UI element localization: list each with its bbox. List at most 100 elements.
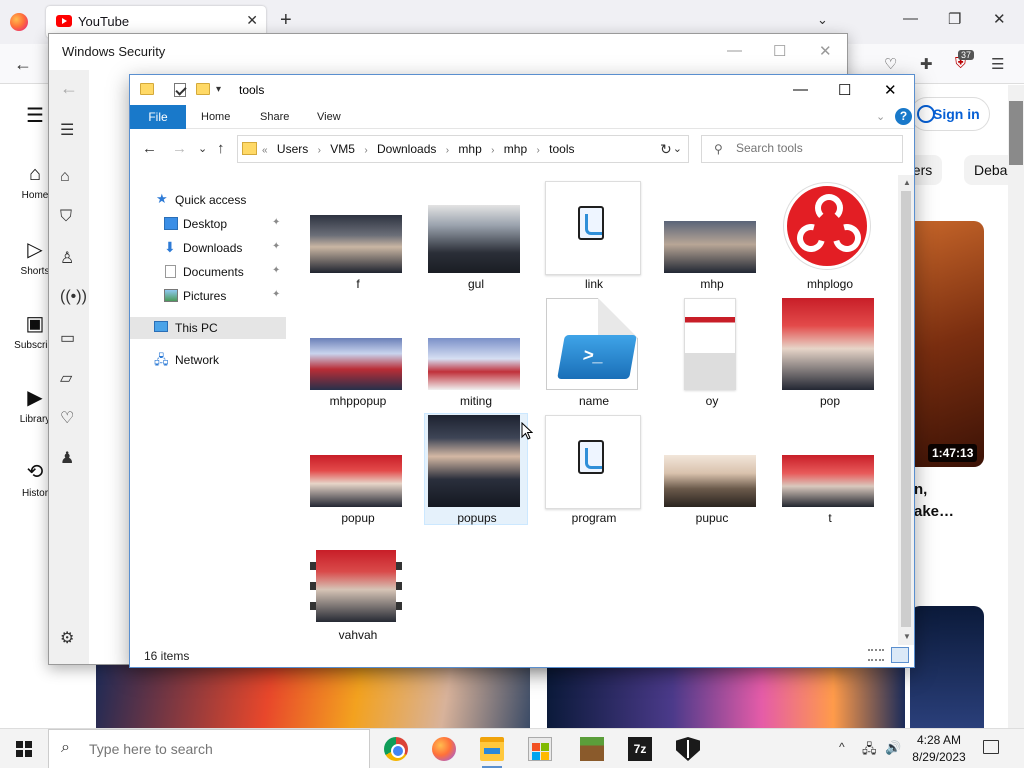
list-all-tabs-button[interactable]: ⌄ xyxy=(817,12,828,28)
scroll-up-arrow-icon[interactable]: ▲ xyxy=(903,178,911,187)
taskbar-chrome[interactable] xyxy=(372,729,420,768)
help-icon[interactable]: ? xyxy=(895,108,912,125)
file-item-link[interactable]: link xyxy=(542,179,646,291)
nav-this-pc[interactable]: This PC xyxy=(130,317,286,339)
tab-share[interactable]: Share xyxy=(260,111,289,123)
show-hidden-icons-button[interactable]: ^ xyxy=(839,740,845,754)
file-item-vahvah[interactable]: vahvah xyxy=(306,530,410,642)
file-item-popups[interactable]: popups xyxy=(424,413,528,525)
scroll-down-arrow-icon[interactable]: ▼ xyxy=(903,632,911,641)
browser-back-button[interactable]: ← xyxy=(14,54,32,75)
address-dropdown-icon[interactable]: ⌄ xyxy=(673,142,682,155)
clock-date[interactable]: 8/29/2023 xyxy=(905,750,973,764)
tab-close-button[interactable]: ✕ xyxy=(246,12,258,29)
video-title[interactable]: ake… xyxy=(914,503,954,520)
taskbar-file-explorer[interactable] xyxy=(468,729,516,768)
forward-button[interactable]: → xyxy=(172,140,187,157)
new-tab-button[interactable]: + xyxy=(280,10,292,30)
page-scrollbar[interactable] xyxy=(1008,85,1024,728)
scrollbar-thumb[interactable] xyxy=(901,191,911,627)
video-thumbnail[interactable] xyxy=(96,663,530,728)
nav-documents[interactable]: Documents ✦ xyxy=(130,261,286,283)
breadcrumb-item[interactable]: VM5 xyxy=(330,142,355,156)
file-item-program[interactable]: program xyxy=(542,413,646,525)
taskbar-firefox[interactable] xyxy=(420,729,468,768)
app-browser-icon[interactable]: ▭ xyxy=(60,328,75,348)
taskbar-search-box[interactable]: ⌕ xyxy=(48,729,370,768)
nav-quick-access[interactable]: ★ Quick access xyxy=(130,189,286,211)
network-icon[interactable]: ((•)) xyxy=(60,288,87,306)
firefox-logo-icon[interactable] xyxy=(10,13,28,31)
ws-close-button[interactable]: ✕ xyxy=(819,42,832,60)
explorer-minimize-button[interactable]: — xyxy=(793,81,808,98)
file-item-mhplogo[interactable]: mhplogo xyxy=(778,179,882,291)
browser-restore-button[interactable]: ❐ xyxy=(948,10,961,28)
file-item-t[interactable]: t xyxy=(778,413,882,525)
back-button[interactable]: ← xyxy=(142,140,157,157)
start-button[interactable] xyxy=(0,729,48,768)
network-icon[interactable]: 🖧 xyxy=(862,740,877,762)
page-scrollbar-thumb[interactable] xyxy=(1009,101,1023,165)
file-item-mhppopup[interactable]: mhppopup xyxy=(306,296,410,408)
expand-ribbon-icon[interactable]: ⌄ xyxy=(876,110,885,123)
video-title[interactable]: n, xyxy=(914,481,927,498)
app-menu-button[interactable]: ☰ xyxy=(991,55,1004,73)
breadcrumb-item[interactable]: mhp xyxy=(458,142,481,156)
file-item-mhp[interactable]: mhp xyxy=(660,179,764,291)
breadcrumb-item[interactable]: mhp xyxy=(504,142,527,156)
tab-file[interactable]: File xyxy=(130,105,186,129)
file-item-pop[interactable]: pop xyxy=(778,296,882,408)
file-item-gul[interactable]: gul xyxy=(424,179,528,291)
address-bar[interactable]: « Users › VM5 › Downloads › mhp › mhp › … xyxy=(237,135,689,163)
search-box[interactable]: ⚲ xyxy=(701,135,903,163)
chevron-right-icon[interactable]: › xyxy=(491,145,494,156)
nav-pictures[interactable]: Pictures ✦ xyxy=(130,285,286,307)
device-security-icon[interactable]: ▱ xyxy=(60,368,72,388)
details-view-icon[interactable] xyxy=(868,649,884,661)
large-icons-view-icon[interactable] xyxy=(891,647,909,663)
browser-minimize-button[interactable]: — xyxy=(903,10,918,27)
file-item-pupuc[interactable]: pupuc xyxy=(660,413,764,525)
breadcrumb-item[interactable]: Users xyxy=(277,142,308,156)
volume-icon[interactable]: 🔊 xyxy=(885,740,901,756)
extensions-icon[interactable]: ✚ xyxy=(920,55,933,73)
properties-icon[interactable] xyxy=(174,83,186,97)
chevron-right-icon[interactable]: › xyxy=(536,145,539,156)
ws-minimize-button[interactable]: — xyxy=(727,42,742,59)
tab-view[interactable]: View xyxy=(317,111,341,123)
pin-icon[interactable]: ✦ xyxy=(272,289,280,300)
file-item-oy[interactable]: oy xyxy=(660,296,764,408)
nav-downloads[interactable]: ⬇ Downloads ✦ xyxy=(130,237,286,259)
taskbar-7zip[interactable]: 7z xyxy=(616,729,664,768)
up-button[interactable]: ↑ xyxy=(217,140,225,157)
browser-close-button[interactable]: ✕ xyxy=(993,10,1006,28)
menu-icon[interactable]: ☰ xyxy=(60,120,74,140)
search-input[interactable] xyxy=(736,141,896,155)
taskbar-minecraft[interactable] xyxy=(568,729,616,768)
shield-icon[interactable]: ⛉ xyxy=(60,208,72,226)
video-thumbnail[interactable] xyxy=(910,606,984,728)
notifications-icon[interactable] xyxy=(983,740,999,754)
ws-maximize-button[interactable]: ☐ xyxy=(773,42,786,60)
account-icon[interactable]: ♙ xyxy=(60,248,74,268)
clock-time[interactable]: 4:28 AM xyxy=(913,733,965,747)
pin-icon[interactable]: ✦ xyxy=(272,217,280,228)
pocket-icon[interactable]: ♡ xyxy=(884,55,897,73)
family-icon[interactable]: ♟ xyxy=(60,448,74,468)
taskbar-search-input[interactable] xyxy=(89,741,349,757)
explorer-close-button[interactable]: ✕ xyxy=(884,81,897,99)
device-health-icon[interactable]: ♡ xyxy=(60,408,74,428)
tab-home[interactable]: Home xyxy=(201,111,230,123)
file-item-miting[interactable]: miting xyxy=(424,296,528,408)
chevron-right-icon[interactable]: › xyxy=(446,145,449,156)
explorer-maximize-button[interactable]: ☐ xyxy=(838,81,851,99)
file-item-name[interactable]: >_ name xyxy=(542,296,646,408)
nav-desktop[interactable]: Desktop ✦ xyxy=(130,213,286,235)
new-folder-icon[interactable] xyxy=(196,83,210,95)
refresh-button[interactable]: ↻ xyxy=(660,141,672,158)
quick-access-dropdown-icon[interactable]: ▾ xyxy=(216,84,221,95)
breadcrumb-item[interactable]: Downloads xyxy=(377,142,436,156)
chevron-right-icon[interactable]: › xyxy=(364,145,367,156)
nav-network[interactable]: 🖧 Network xyxy=(130,349,286,371)
sign-in-button[interactable]: Sign in xyxy=(910,97,990,131)
